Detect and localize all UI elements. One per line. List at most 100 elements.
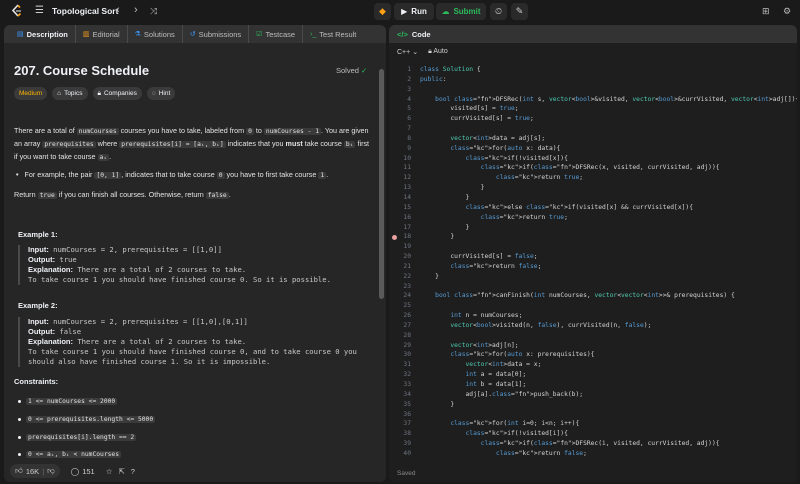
code-line[interactable]: 36 — [389, 410, 797, 420]
star-icon[interactable]: ☆ — [106, 467, 113, 476]
hint-chip[interactable]: ◌ Hint — [146, 87, 176, 100]
code-line[interactable]: 11 class="kc">if(class="fn">DFSRec(x, vi… — [389, 163, 797, 173]
flask-icon: ⚗ — [134, 31, 141, 38]
tab-submissions[interactable]: ↺ Submissions — [183, 25, 250, 43]
line-number: 20 — [403, 253, 411, 261]
inline-code: prerequisites — [42, 141, 96, 148]
text: There are a total of — [14, 126, 77, 135]
mode-label: Auto — [433, 48, 448, 55]
code-line[interactable]: 37 class="kc">for(int i=0; i<n; i++){ — [389, 419, 797, 429]
text: . — [326, 170, 329, 179]
comments-button[interactable]: ◯ 151 — [66, 464, 100, 478]
output-value: false — [59, 327, 82, 336]
code-line[interactable]: 7 — [389, 124, 797, 134]
code-line[interactable]: 17 } — [389, 223, 797, 233]
code-line[interactable]: 6 currVisited[s] = true; — [389, 114, 797, 124]
topics-chip[interactable]: ⌂ Topics — [52, 87, 88, 100]
code-text: bool class="fn">canFinish(int numCourses… — [435, 292, 735, 300]
code-line[interactable]: 16 class="kc">return true; — [389, 213, 797, 223]
tab-code[interactable]: Code — [412, 30, 431, 39]
code-line[interactable]: 20 currVisited[s] = false; — [389, 252, 797, 262]
code-line[interactable]: 32 int a = data[0]; — [389, 370, 797, 380]
example-2-heading: Example 2: — [18, 301, 58, 310]
problem-list-title[interactable]: Topological Sort — [52, 6, 118, 16]
code-line[interactable]: 24 bool class="fn">canFinish(int numCour… — [389, 291, 797, 301]
debug-icon[interactable]: ◆ — [374, 3, 391, 20]
shuffle-icon[interactable]: ⤨ — [150, 6, 157, 17]
tab-solutions[interactable]: ⚗ Solutions — [128, 25, 183, 43]
code-line[interactable]: 22 } — [389, 272, 797, 282]
line-number: 31 — [403, 361, 411, 369]
code-line[interactable]: 13 } — [389, 183, 797, 193]
description-scrollbar[interactable] — [379, 69, 384, 299]
code-line[interactable]: 21 class="kc">return false; — [389, 262, 797, 272]
history-icon: ↺ — [189, 31, 196, 38]
thumbs-up-icon: 👍︎ — [15, 466, 23, 475]
code-line[interactable]: 4 bool class="fn">DFSRec(int s, vector<b… — [389, 95, 797, 105]
companies-chip[interactable]: 🔒︎ Companies — [92, 87, 142, 100]
line-number: 39 — [403, 440, 411, 448]
run-button[interactable]: ▶ Run — [394, 3, 434, 20]
code-line[interactable]: 14 } — [389, 193, 797, 203]
tab-testcase[interactable]: ☑ Testcase — [249, 25, 304, 43]
code-text: class="kc">return true; — [480, 213, 568, 221]
share-icon[interactable]: ⇱ — [118, 467, 124, 476]
code-line[interactable]: 35 } — [389, 400, 797, 410]
solved-status: Solved ✓ — [336, 66, 367, 75]
bullet-dot — [18, 418, 21, 421]
language-select[interactable]: C++ ⌄ — [397, 48, 418, 56]
code-line[interactable]: 5 visited[s] = true; — [389, 104, 797, 114]
next-problem-icon[interactable]: › — [134, 4, 138, 16]
settings-icon[interactable]: ⚙ — [783, 6, 791, 17]
help-icon[interactable]: ? — [131, 467, 135, 476]
code-line[interactable]: 18 } — [389, 232, 797, 242]
code-line[interactable]: 2 public: — [389, 75, 797, 85]
code-line[interactable]: 19 — [389, 242, 797, 252]
submit-button[interactable]: ☁ Submit — [436, 3, 486, 20]
line-number: 33 — [403, 381, 411, 388]
tab-editorial[interactable]: ▥ Editorial — [76, 25, 128, 43]
code-line[interactable]: 38 class="kc">if(!visited[i]){ — [389, 429, 797, 439]
code-line[interactable]: 1 class Solution { — [389, 65, 797, 75]
hint-label: Hint — [158, 90, 171, 97]
auto-mode[interactable]: 🔒︎ Auto — [428, 48, 448, 56]
like-button[interactable]: 👍︎ 16K | 👎︎ — [10, 464, 60, 478]
code-line[interactable]: 9 class="kc">for(auto x: data){ — [389, 144, 797, 154]
save-status: Saved — [397, 470, 416, 477]
code-line[interactable]: 39 class="kc">if(class="fn">DFSRec(i, vi… — [389, 439, 797, 449]
timer-icon[interactable]: ⏲ — [490, 3, 507, 20]
leetcode-logo-icon[interactable] — [10, 4, 24, 18]
code-line[interactable]: 34 adj[a].class="fn">push_back(b); — [389, 390, 797, 400]
code-line[interactable]: 41 } — [389, 459, 797, 461]
code-line[interactable]: 23 — [389, 282, 797, 292]
code-line[interactable]: 28 — [389, 331, 797, 341]
code-line[interactable]: 8 vector<int>data = adj[s]; — [389, 134, 797, 144]
tab-test-result[interactable]: ›_ Test Result — [303, 25, 363, 43]
code-line[interactable]: 3 — [389, 85, 797, 95]
code-editor[interactable]: 1 class Solution {2 public: 3 4 bool class="… — [389, 65, 797, 460]
code-line[interactable]: 27 vector<bool>visited(n, false), currVi… — [389, 321, 797, 331]
constraint-code: 0 <= prerequisites.length <= 5000 — [26, 416, 156, 423]
code-line[interactable]: 29 vector<int>adj[n]; — [389, 341, 797, 351]
code-line[interactable]: 10 class="kc">if(!visited[x]){ — [389, 154, 797, 164]
code-text: } — [420, 233, 455, 241]
tab-description[interactable]: ▤ Description — [10, 25, 76, 43]
emphasis: must — [285, 139, 303, 148]
layout-icon[interactable]: ⊞ — [762, 6, 770, 17]
code-line[interactable]: 26 int n = numCourses; — [389, 311, 797, 321]
thumbs-down-icon[interactable]: 👎︎ — [47, 466, 55, 476]
prev-problem-icon[interactable]: ‹ — [116, 4, 120, 16]
code-line[interactable]: 40 class="kc">return false; — [389, 449, 797, 459]
code-line[interactable]: 15 class="kc">else class="kc">if(visited… — [389, 203, 797, 213]
code-line[interactable]: 30 class="kc">for(auto x: prerequisites)… — [389, 350, 797, 360]
line-number: 2 — [407, 75, 411, 83]
problem-list-icon[interactable]: ☰ — [35, 6, 44, 16]
notes-icon[interactable]: ✎ — [511, 3, 528, 20]
code-line[interactable]: 12 class="kc">return true; — [389, 173, 797, 183]
bullet-dot — [18, 400, 21, 403]
code-line[interactable]: 31 vector<int>data = x; — [389, 360, 797, 370]
code-text: class="kc">if(!visited[x]){ — [465, 154, 568, 162]
code-line[interactable]: 25 — [389, 301, 797, 311]
code-line[interactable]: 33 int b = data[1]; — [389, 380, 797, 390]
line-number: 32 — [403, 371, 411, 379]
